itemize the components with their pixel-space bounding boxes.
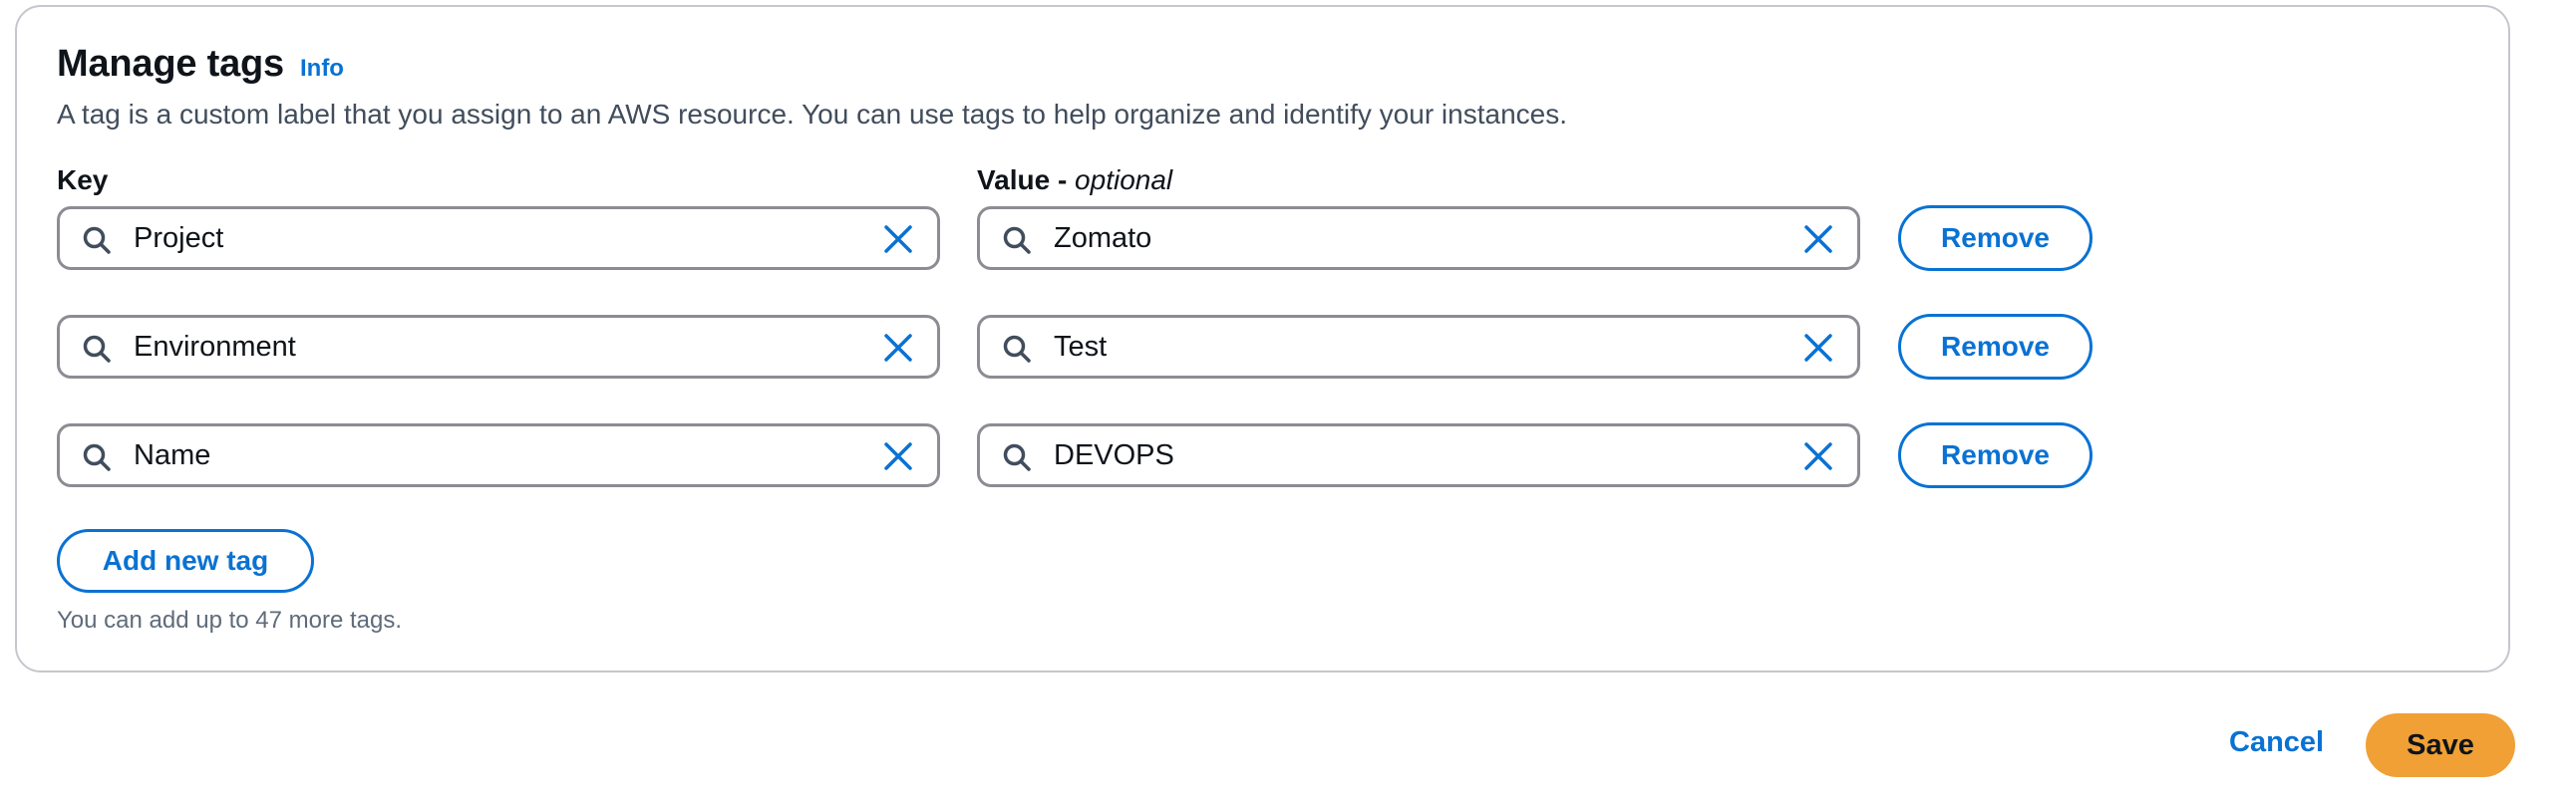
remove-tag-button[interactable]: Remove	[1898, 205, 2093, 271]
key-column-label: Key	[57, 164, 108, 196]
value-label-text: Value -	[977, 164, 1068, 195]
add-new-tag-button[interactable]: Add new tag	[57, 529, 314, 593]
search-icon	[83, 226, 111, 254]
tag-key-input[interactable]	[134, 318, 512, 376]
value-optional-text: optional	[1075, 164, 1173, 195]
search-icon	[83, 335, 111, 363]
clear-icon[interactable]	[1803, 333, 1833, 363]
tag-key-input[interactable]	[134, 209, 512, 267]
tag-value-field[interactable]	[977, 315, 1860, 379]
manage-tags-panel: Manage tags Info A tag is a custom label…	[15, 5, 2510, 672]
tag-key-field[interactable]	[57, 206, 940, 270]
value-column-label: Value - optional	[977, 164, 1172, 196]
search-icon	[1003, 335, 1031, 363]
remove-tag-button[interactable]: Remove	[1898, 422, 2093, 488]
clear-icon[interactable]	[1803, 224, 1833, 254]
page-title: Manage tags	[57, 43, 284, 85]
tag-value-input[interactable]	[1054, 426, 1433, 484]
tag-key-field[interactable]	[57, 423, 940, 487]
tag-value-input[interactable]	[1054, 209, 1433, 267]
search-icon	[1003, 226, 1031, 254]
tag-value-field[interactable]	[977, 423, 1860, 487]
tag-value-field[interactable]	[977, 206, 1860, 270]
panel-description: A tag is a custom label that you assign …	[57, 99, 1567, 130]
clear-icon[interactable]	[883, 224, 913, 254]
tag-limit-hint: You can add up to 47 more tags.	[57, 607, 403, 634]
clear-icon[interactable]	[1803, 441, 1833, 471]
info-link[interactable]: Info	[300, 55, 344, 83]
remove-tag-button[interactable]: Remove	[1898, 314, 2093, 380]
search-icon	[1003, 443, 1031, 471]
tag-key-field[interactable]	[57, 315, 940, 379]
search-icon	[83, 443, 111, 471]
clear-icon[interactable]	[883, 441, 913, 471]
cancel-button[interactable]: Cancel	[2229, 726, 2324, 759]
key-label-text: Key	[57, 164, 109, 195]
save-button[interactable]: Save	[2366, 713, 2515, 777]
tag-key-input[interactable]	[134, 426, 512, 484]
tag-value-input[interactable]	[1054, 318, 1433, 376]
clear-icon[interactable]	[883, 333, 913, 363]
panel-header: Manage tags Info	[57, 43, 344, 86]
